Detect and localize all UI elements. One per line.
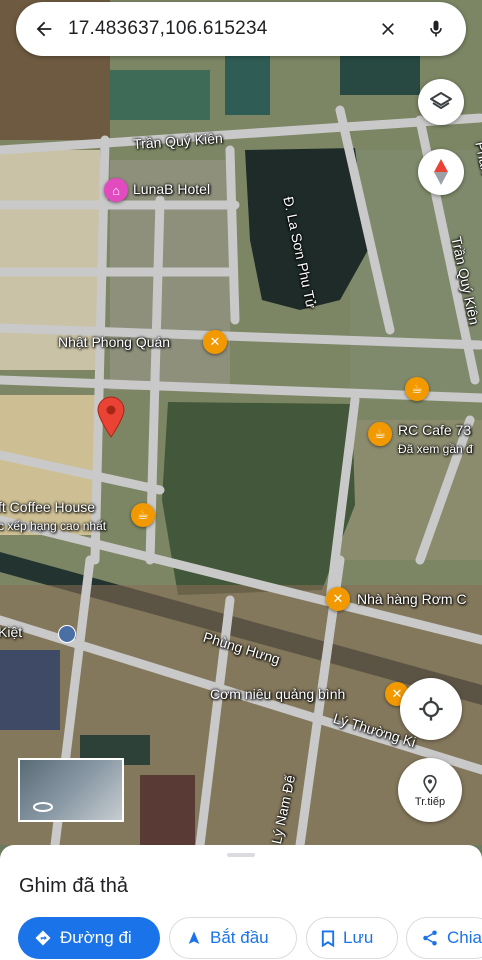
- cafe-icon[interactable]: ☕: [368, 422, 392, 446]
- start-label: Bắt đầu: [210, 928, 269, 947]
- navigation-arrow-icon: [188, 931, 200, 944]
- microphone-icon[interactable]: [412, 5, 460, 53]
- drag-handle[interactable]: [227, 853, 255, 857]
- start-button[interactable]: Bắt đầu: [169, 917, 297, 959]
- cafe-icon[interactable]: ☕: [405, 377, 429, 401]
- poi-label[interactable]: Nhà hàng Rơm C: [357, 591, 467, 607]
- street-label: Kiệt: [0, 624, 23, 640]
- compass-icon: [434, 159, 448, 185]
- poi-sublabel: Đã xem gần đ: [398, 442, 473, 456]
- my-location-button[interactable]: [400, 678, 462, 740]
- directions-label: Đường đi: [60, 928, 132, 947]
- poi-label[interactable]: LunaB Hotel: [133, 181, 210, 197]
- street-view-icon: [423, 774, 437, 794]
- restaurant-icon[interactable]: ✕: [203, 330, 227, 354]
- directions-icon: [35, 930, 51, 946]
- save-label: Lưu: [343, 928, 374, 947]
- save-button[interactable]: Lưu: [306, 917, 398, 959]
- restaurant-icon[interactable]: ✕: [326, 587, 350, 611]
- crosshair-icon: [419, 697, 443, 721]
- cafe-icon[interactable]: ☕: [131, 503, 155, 527]
- poi-label[interactable]: RC Cafe 73: [398, 422, 471, 438]
- hotel-icon[interactable]: ⌂: [104, 178, 128, 202]
- share-icon: [423, 930, 437, 946]
- search-query[interactable]: 17.483637,106.615234: [68, 18, 364, 40]
- layers-button[interactable]: [418, 79, 464, 125]
- rotate-360-icon: [33, 802, 53, 812]
- bookmark-icon: [321, 929, 335, 947]
- search-bar[interactable]: 17.483637,106.615234: [16, 2, 466, 56]
- street-view-label: Tr.tiếp: [414, 795, 446, 808]
- transit-icon[interactable]: [58, 625, 76, 643]
- share-button[interactable]: Chia: [406, 917, 482, 959]
- close-icon[interactable]: [364, 5, 412, 53]
- back-arrow-icon[interactable]: [20, 5, 68, 53]
- poi-label[interactable]: Cơm niêu quảng bình: [210, 686, 345, 702]
- poi-label[interactable]: ft Coffee House: [0, 499, 95, 515]
- poi-sublabel: c xếp hạng cao nhất: [0, 519, 107, 533]
- share-label: Chia: [447, 928, 482, 947]
- compass-button[interactable]: [418, 149, 464, 195]
- dropped-pin-icon[interactable]: [96, 396, 126, 438]
- street-view-thumbnail[interactable]: [18, 758, 124, 822]
- street-view-button[interactable]: Tr.tiếp: [398, 758, 462, 822]
- layers-icon: [430, 92, 452, 109]
- bottom-sheet[interactable]: Ghim đã thả Đường đi Bắt đầu Lưu Chia: [0, 845, 482, 960]
- directions-button[interactable]: Đường đi: [18, 917, 160, 959]
- poi-label[interactable]: Nhật Phong Quán: [58, 334, 170, 350]
- sheet-title: Ghim đã thả: [19, 875, 128, 897]
